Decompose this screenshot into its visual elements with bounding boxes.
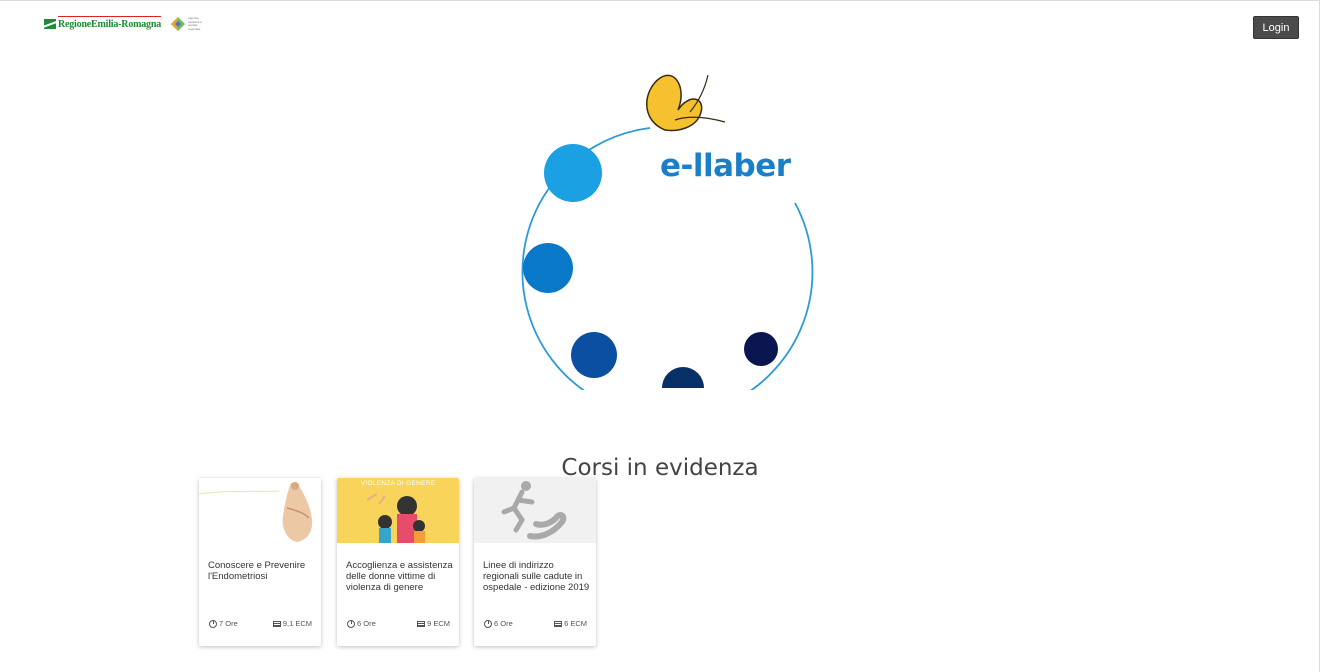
login-button[interactable]: Login (1253, 16, 1299, 39)
course-meta: 7 Ore 9,1 ECM (209, 619, 312, 628)
clock-icon (347, 619, 355, 628)
clock-icon (209, 619, 217, 628)
certificate-icon (554, 620, 563, 627)
regione-logo-text: RegioneEmilia-Romagna (58, 15, 162, 30)
course-card-cadute[interactable]: Linee di indirizzo regionali sulle cadut… (474, 478, 596, 646)
course-image-violenza: VIOLENZA DI GENERE (337, 478, 459, 543)
course-credits: 9 ECM (417, 619, 450, 628)
course-card-violenza[interactable]: VIOLENZA DI GENERE Accoglienza e assiste… (337, 478, 459, 646)
course-hours: 6 Ore (357, 619, 376, 628)
clock-icon (484, 619, 492, 628)
course-ecm: 6 ECM (564, 619, 587, 628)
course-card-endometriosi[interactable]: Conoscere e Prevenire l'Endometriosi 7 O… (199, 478, 321, 646)
logo-dot-3 (571, 332, 617, 378)
header-brand[interactable]: RegioneEmilia-Romagna agenzia sanitaria … (44, 15, 202, 31)
course-title: Accoglienza e assistenza delle donne vit… (346, 560, 453, 593)
butterfly-icon (646, 74, 726, 132)
course-meta: 6 Ore 9 ECM (347, 619, 450, 628)
course-credits: 9,1 ECM (272, 619, 312, 628)
course-title: Conoscere e Prevenire l'Endometriosi (208, 560, 306, 582)
course-duration: 7 Ore (209, 619, 238, 628)
course-ecm: 9 ECM (427, 619, 450, 628)
course-hours: 6 Ore (494, 619, 513, 628)
course-hours: 7 Ore (219, 619, 238, 628)
course-credits: 6 ECM (554, 619, 587, 628)
e-llaber-logo (521, 74, 814, 390)
logo-dot-5 (744, 332, 778, 366)
course-title: Linee di indirizzo regionali sulle cadut… (483, 560, 590, 593)
course-duration: 6 Ore (484, 619, 513, 628)
logo-dot-2 (523, 243, 573, 293)
logo-wordmark: e-llaber (660, 148, 791, 184)
certificate-icon (272, 620, 281, 627)
regione-flag-icon (44, 19, 56, 29)
agency-diamond-icon (171, 17, 186, 31)
course-image-cadute (474, 478, 596, 543)
course-ecm: 9,1 ECM (282, 619, 312, 628)
logo-dot-4 (662, 367, 704, 388)
regione-logo[interactable]: RegioneEmilia-Romagna (44, 15, 162, 30)
course-duration: 6 Ore (347, 619, 376, 628)
course-meta: 6 Ore 6 ECM (484, 619, 587, 628)
section-title: Corsi in evidenza (561, 455, 759, 482)
logo-dot-1 (544, 144, 602, 202)
certificate-icon (417, 620, 426, 627)
agency-logo-text: agenzia sanitaria e sociale regionale (188, 16, 202, 31)
course-image-endometriosi (199, 478, 321, 543)
window-top-border (0, 0, 1320, 7)
agency-logo[interactable]: agenzia sanitaria e sociale regionale (171, 16, 202, 31)
